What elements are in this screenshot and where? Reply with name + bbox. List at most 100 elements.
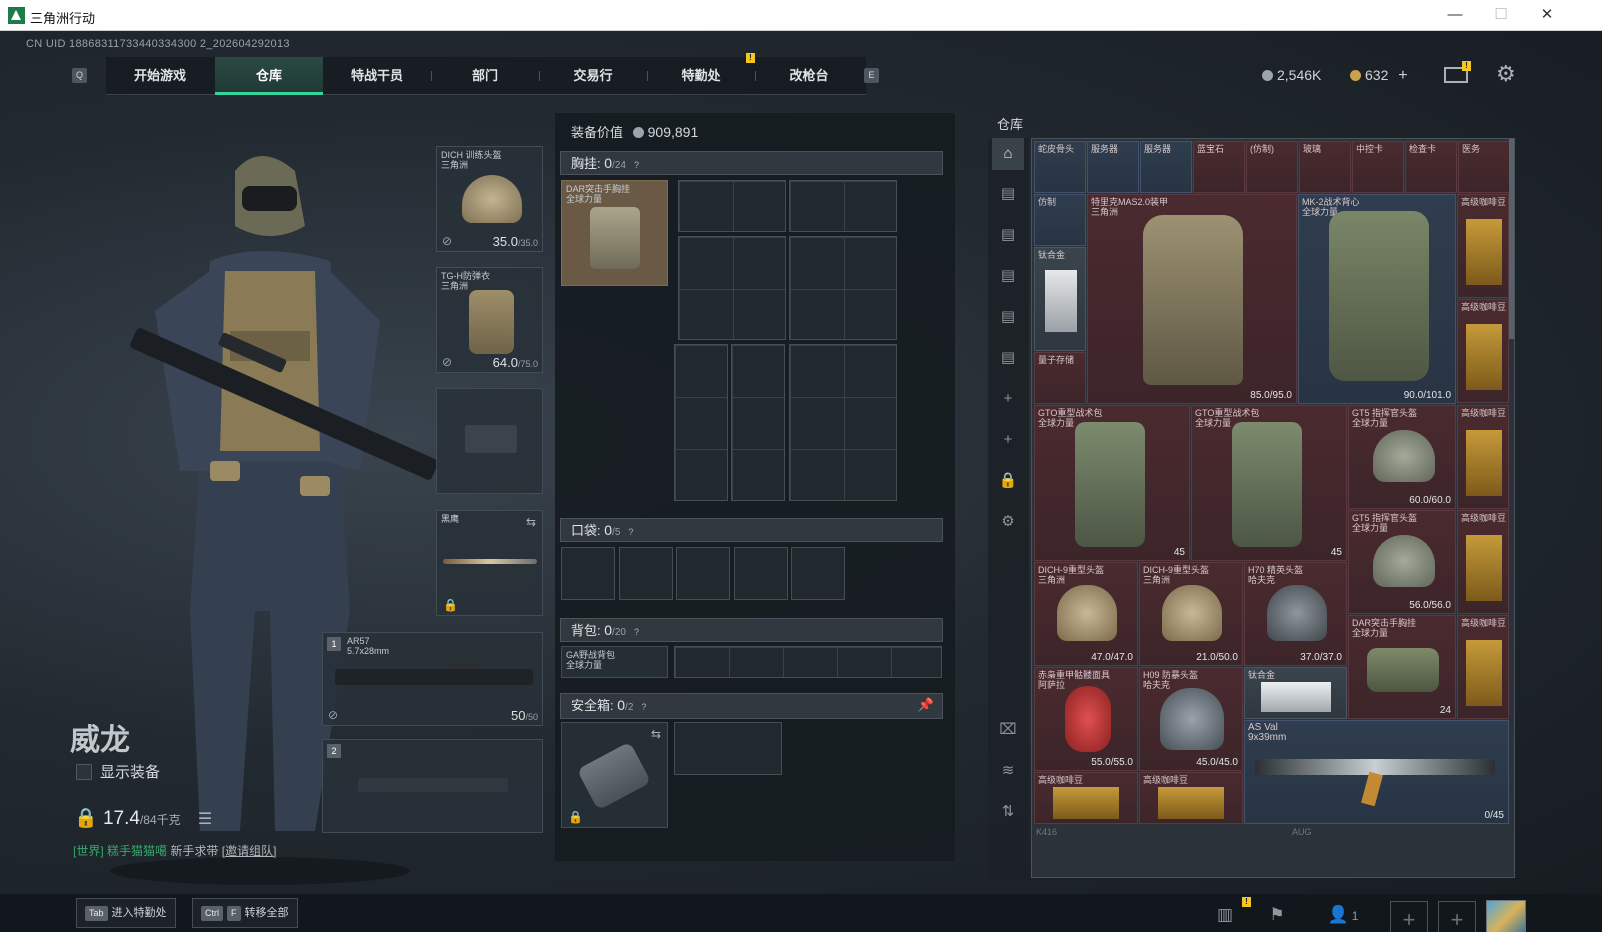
nav-prev-key[interactable]: Q xyxy=(72,68,87,83)
stash-item[interactable]: 仿制 xyxy=(1034,194,1086,246)
stash-item-mask[interactable]: 赤枭重甲骷髅面具 阿萨拉 55.0/55.0 xyxy=(1034,667,1138,771)
pin-icon[interactable]: 📌 xyxy=(918,694,934,716)
stash-settings-icon[interactable]: ⚙ xyxy=(992,506,1024,538)
stash-item[interactable]: 高级咖啡豆 xyxy=(1457,510,1509,614)
show-equipment-checkbox[interactable] xyxy=(76,764,92,780)
stash-item-backpack[interactable]: GTO重型战术包 全球力量 45 xyxy=(1034,405,1190,561)
tab-gunsmith[interactable]: 改枪台 xyxy=(755,57,863,95)
stash-item[interactable]: (仿制) xyxy=(1246,141,1298,193)
stash-tab-all-icon[interactable]: ⌂ xyxy=(992,138,1024,170)
chat-invite-link[interactable]: [邀请组队] xyxy=(222,844,277,858)
secondary-weapon-slot[interactable]: 2 xyxy=(322,739,543,833)
stash-tab-2-icon[interactable]: ▤ xyxy=(992,219,1024,251)
tab-start-game[interactable]: 开始游戏 xyxy=(106,57,214,95)
stash-item-vest[interactable]: MK-2战术背心 全球力量 90.0/101.0 xyxy=(1298,194,1456,404)
primary-weapon-slot[interactable]: 1 AR57 5.7x28mm ⊘ 50/50 xyxy=(322,632,543,726)
stash-item[interactable]: 蛇皮骨头 xyxy=(1034,141,1086,193)
chest-grid-slot[interactable] xyxy=(678,236,786,340)
stash-item[interactable]: 蓝宝石 xyxy=(1193,141,1245,193)
chest-grid-slot[interactable] xyxy=(789,236,897,340)
stash-tab-4-icon[interactable]: ▤ xyxy=(992,301,1024,333)
stash-item-armor[interactable]: 特里克MAS2.0装甲 三角洲 85.0/95.0 xyxy=(1087,194,1297,404)
chest-grid-slot[interactable] xyxy=(731,344,785,501)
pistol-slot[interactable] xyxy=(436,388,543,494)
invite-slot-button[interactable]: + xyxy=(1438,901,1476,932)
player-avatar[interactable] xyxy=(1486,900,1526,932)
add-stash-tab-icon[interactable]: + xyxy=(992,383,1024,415)
help-icon[interactable]: ? xyxy=(641,696,646,718)
stash-scrollbar[interactable] xyxy=(1509,139,1514,339)
stash-item[interactable]: 服务器 xyxy=(1140,141,1192,193)
melee-slot[interactable]: 黑鹰 ⇆ 🔒 xyxy=(436,510,543,616)
stash-item[interactable]: 玻璃 xyxy=(1299,141,1351,193)
close-button[interactable]: ✕ xyxy=(1524,0,1570,31)
chest-rig-item[interactable]: DAR突击手胸挂 全球力量 xyxy=(561,180,668,286)
stash-item[interactable]: 高级咖啡豆 xyxy=(1034,772,1138,824)
pocket-slot[interactable] xyxy=(561,547,615,600)
safe-box-item[interactable]: ⇆ 🔒 xyxy=(561,722,668,828)
tab-trade[interactable]: 交易行 xyxy=(539,57,647,95)
swap-icon[interactable]: ⇆ xyxy=(651,727,661,741)
chest-grid-slot[interactable] xyxy=(789,344,897,501)
backpack-item[interactable]: GA野战背包 全球力量 xyxy=(561,646,668,678)
stash-item[interactable]: 高级咖啡豆 xyxy=(1457,405,1509,509)
stash-item[interactable]: 量子存储 xyxy=(1034,352,1086,404)
tab-department[interactable]: 部门 xyxy=(431,57,539,95)
stack-icon[interactable]: ≋ xyxy=(992,755,1024,787)
pocket-slot[interactable] xyxy=(619,547,673,600)
add-currency-button[interactable]: + xyxy=(1398,67,1407,84)
sort-icon[interactable]: ⇅ xyxy=(992,796,1024,828)
chest-grid-slot[interactable] xyxy=(674,344,728,501)
help-icon[interactable]: ? xyxy=(634,154,639,176)
squad-members[interactable]: 👤 1 xyxy=(1318,901,1368,929)
stash-item[interactable]: 高级咖啡豆 xyxy=(1457,615,1509,719)
help-icon[interactable]: ? xyxy=(634,621,639,643)
nav-next-key[interactable]: E xyxy=(864,68,879,83)
stash-item[interactable]: 检查卡 xyxy=(1405,141,1457,193)
stash-item-helmet[interactable]: DICH-9重型头盔 三角洲 47.0/47.0 xyxy=(1034,562,1138,666)
maximize-button[interactable]: ☐ xyxy=(1478,0,1524,31)
chat-user[interactable]: 糕手猫猫噶 xyxy=(107,844,167,858)
stash-item-helmet[interactable]: H09 防暴头盔 哈夫克 45.0/45.0 xyxy=(1139,667,1243,771)
stash-item-helmet[interactable]: GT5 指挥官头盔 全球力量 56.0/56.0 xyxy=(1348,510,1456,614)
stash-item[interactable]: 钛合金 xyxy=(1034,247,1086,351)
stash-item[interactable]: 医务 xyxy=(1458,141,1510,193)
stash-item[interactable]: 中控卡 xyxy=(1352,141,1404,193)
stash-tab-3-icon[interactable]: ▤ xyxy=(992,260,1024,292)
pocket-slot[interactable] xyxy=(734,547,788,600)
pocket-slot[interactable] xyxy=(676,547,730,600)
tab-special-ops[interactable]: 特勤处 xyxy=(647,57,755,95)
enter-special-ops-button[interactable]: Tab 进入特勤处 xyxy=(76,898,176,928)
stats-chart-icon[interactable]: ▥ xyxy=(1208,901,1242,929)
tab-operators[interactable]: 特战干员 xyxy=(323,57,431,95)
stash-item-helmet[interactable]: H70 精英头盔 哈夫克 37.0/37.0 xyxy=(1244,562,1347,666)
stash-item-weapon[interactable]: AS Val 9x39mm 0/45 xyxy=(1244,720,1509,824)
armor-slot[interactable]: TG-H防弹衣 三角洲 ⊘ 64.0/75.0 xyxy=(436,267,543,373)
stash-item-helmet[interactable]: GT5 指挥官头盔 全球力量 60.0/60.0 xyxy=(1348,405,1456,509)
stash-item-helmet[interactable]: DICH-9重型头盔 三角洲 21.0/50.0 xyxy=(1139,562,1243,666)
transfer-all-button[interactable]: Ctrl F 转移全部 xyxy=(192,898,298,928)
settings-gear-icon[interactable]: ⚙ xyxy=(1496,61,1516,87)
list-icon[interactable]: ☰ xyxy=(198,811,212,828)
pocket-slot[interactable] xyxy=(791,547,845,600)
stash-item[interactable]: 服务器 xyxy=(1087,141,1139,193)
flag-icon[interactable]: ⚑ xyxy=(1260,901,1294,929)
backpack-grid[interactable] xyxy=(674,646,942,678)
stash-item[interactable]: 高级咖啡豆 xyxy=(1139,772,1243,824)
chest-grid-slot[interactable] xyxy=(789,180,897,232)
tab-warehouse[interactable]: 仓库 xyxy=(215,57,323,95)
stash-item[interactable]: 高级咖啡豆 xyxy=(1457,299,1509,403)
stash-tab-1-icon[interactable]: ▤ xyxy=(992,178,1024,210)
minimize-button[interactable]: — xyxy=(1432,0,1478,31)
help-icon[interactable]: ? xyxy=(628,521,633,543)
stash-item[interactable]: 钛合金 xyxy=(1244,667,1347,719)
show-equipment-toggle[interactable]: 显示装备 xyxy=(76,761,160,782)
invite-slot-button[interactable]: + xyxy=(1390,901,1428,932)
stash-tab-5-icon[interactable]: ▤ xyxy=(992,342,1024,374)
stash-item-chest-rig[interactable]: DAR突击手胸挂 全球力量 24 xyxy=(1348,615,1456,719)
swap-icon[interactable]: ⇆ xyxy=(526,515,536,529)
helmet-slot[interactable]: DICH 训练头盔 三角洲 ⊘ 35.0/35.0 xyxy=(436,146,543,252)
chest-grid-slot[interactable] xyxy=(678,180,786,232)
stash-item[interactable]: 高级咖啡豆 xyxy=(1457,194,1509,298)
safe-box-slot[interactable] xyxy=(674,722,782,775)
